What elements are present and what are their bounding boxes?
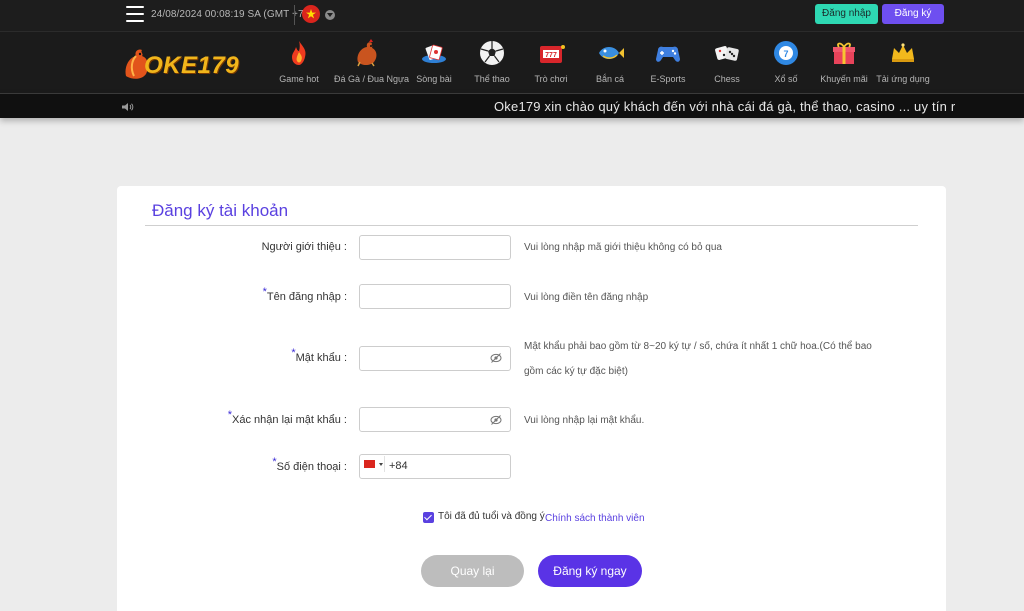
top-bar: 24/08/2024 00:08:19 SA (GMT +7) Đăng nhậ… xyxy=(0,0,1024,31)
agree-checkbox[interactable] xyxy=(423,512,434,523)
nav-item-casino[interactable]: Sòng bài xyxy=(403,36,465,92)
back-button[interactable]: Quay lại xyxy=(421,555,524,587)
divider xyxy=(145,225,918,226)
agree-text: Tôi đã đủ tuổi và đồng ý xyxy=(438,511,545,522)
divider xyxy=(384,456,385,472)
required-mark: * xyxy=(272,456,277,468)
announcement-text: Oke179 xin chào quý khách đến với nhà cá… xyxy=(494,99,956,114)
vietnam-flag-icon[interactable] xyxy=(364,460,375,468)
nav-label: Xổ số xyxy=(774,74,798,84)
eye-slash-icon[interactable] xyxy=(490,414,502,426)
nav-label: Tải ứng dụng xyxy=(876,74,930,84)
nav-item-cockfight[interactable]: Đá Gà / Đua Ngựa xyxy=(334,36,410,92)
gamepad-icon xyxy=(656,46,680,62)
password-hint-line1: Mật khẩu phải bao gồm từ 8~20 ký tự / số… xyxy=(524,341,872,352)
referrer-label: Người giới thiệu : xyxy=(261,241,347,253)
nav-label: Khuyến mãi xyxy=(820,74,868,84)
referrer-input[interactable] xyxy=(359,235,511,260)
confirm-password-hint: Vui lòng nhập lại mật khẩu. xyxy=(524,415,645,426)
casino-icon xyxy=(422,44,446,63)
nav-item-chess[interactable]: Chess xyxy=(696,36,758,92)
page-title: Đăng ký tài khoản xyxy=(152,201,289,220)
country-code: +84 xyxy=(389,460,408,472)
vietnam-flag-icon[interactable] xyxy=(302,5,320,23)
flame-icon xyxy=(292,41,306,65)
speaker-icon xyxy=(122,103,134,111)
phone-input[interactable] xyxy=(359,454,511,479)
svg-text:777: 777 xyxy=(545,52,557,59)
username-input[interactable] xyxy=(359,284,511,309)
referrer-hint: Vui lòng nhập mã giới thiệu không có bỏ … xyxy=(524,242,722,253)
divider xyxy=(294,5,295,25)
nav-label: Sòng bài xyxy=(416,74,452,84)
nav-label: E-Sports xyxy=(650,74,686,84)
nav-label: Bắn cá xyxy=(595,74,625,84)
required-mark: * xyxy=(291,347,296,359)
rooster-icon xyxy=(357,39,377,67)
password-label: *Mật khẩu : xyxy=(291,347,347,364)
fish-icon xyxy=(599,47,624,59)
lottery-ball-icon: 7 xyxy=(774,41,798,65)
datetime-display: 24/08/2024 00:08:19 SA (GMT +7) xyxy=(151,9,308,20)
slot-machine-icon: 777 xyxy=(540,45,565,63)
required-mark: * xyxy=(262,286,267,298)
hamburger-menu-icon[interactable] xyxy=(126,6,144,22)
member-policy-link[interactable]: Chính sách thành viên xyxy=(545,513,645,524)
language-dropdown-icon[interactable] xyxy=(325,10,335,20)
password-input[interactable] xyxy=(359,346,511,371)
register-now-button[interactable]: Đăng ký ngay xyxy=(538,555,642,587)
country-dropdown-icon[interactable] xyxy=(379,463,383,466)
nav-item-esports[interactable]: E-Sports xyxy=(637,36,699,92)
logo-text: OKE179 xyxy=(144,52,240,79)
gift-icon xyxy=(833,42,855,64)
announcement-bar: Oke179 xin chào quý khách đến với nhà cá… xyxy=(0,93,1024,118)
register-button[interactable]: Đăng ký xyxy=(882,4,944,24)
nav-item-fishing[interactable]: Bắn cá xyxy=(579,36,641,92)
username-label: *Tên đăng nhập : xyxy=(262,286,347,303)
nav-label: Đá Gà / Đua Ngựa xyxy=(334,74,410,84)
nav-label: Chess xyxy=(714,74,740,84)
svg-text:7: 7 xyxy=(783,49,788,59)
username-hint: Vui lòng điền tên đăng nhập xyxy=(524,292,649,303)
confirm-password-input[interactable] xyxy=(359,407,511,432)
nav-label: Thể thao xyxy=(474,74,510,84)
eye-slash-icon[interactable] xyxy=(490,352,502,364)
required-mark: * xyxy=(227,409,233,421)
nav-item-games[interactable]: 777 Trò chơi xyxy=(520,36,582,92)
nav-item-download-app[interactable]: Tải ứng dụng xyxy=(872,36,934,92)
nav-item-promotions[interactable]: Khuyến mãi xyxy=(813,36,875,92)
logo[interactable]: OKE179 xyxy=(122,40,246,84)
dice-icon xyxy=(715,46,739,61)
phone-label: *Số điện thoại : xyxy=(272,456,347,473)
nav-label: Game hot xyxy=(279,74,319,84)
login-button[interactable]: Đăng nhập xyxy=(815,4,878,24)
nav-label: Trò chơi xyxy=(534,74,568,84)
main-nav: OKE179 Game hot Đá Gà / Đua Ngựa Sòng bà… xyxy=(0,31,1024,93)
nav-item-lottery[interactable]: 7 Xổ số xyxy=(755,36,817,92)
registration-form: Đăng ký tài khoản Người giới thiệu : Vui… xyxy=(117,186,946,611)
nav-item-game-hot[interactable]: Game hot xyxy=(268,36,330,92)
nav-item-sports[interactable]: Thể thao xyxy=(461,36,523,92)
soccer-ball-icon xyxy=(480,41,504,65)
confirm-password-label: *Xác nhận lại mật khẩu : xyxy=(227,409,347,426)
password-hint-line2: gồm các ký tự đặc biệt) xyxy=(524,366,628,377)
crown-icon xyxy=(892,43,914,62)
